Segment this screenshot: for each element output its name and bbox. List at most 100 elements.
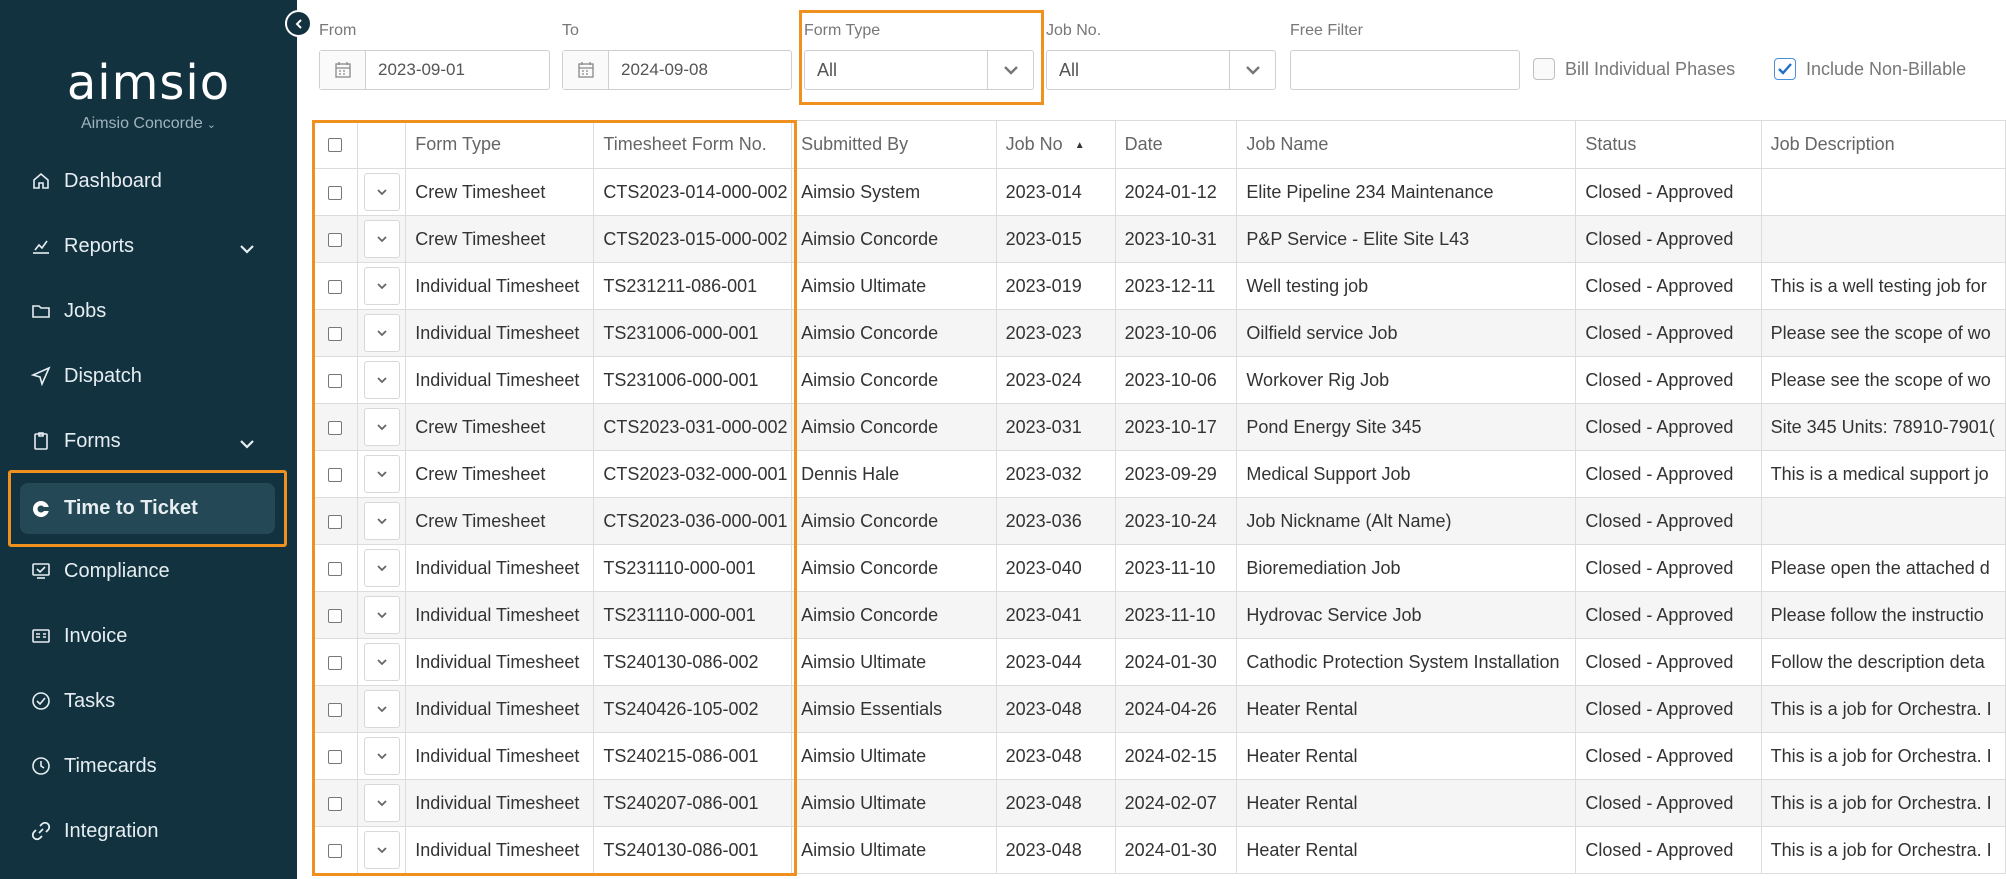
row-checkbox-cell[interactable] xyxy=(311,168,359,216)
select-all-checkbox-cell[interactable] xyxy=(311,120,359,169)
row-checkbox[interactable] xyxy=(328,843,343,858)
from-date-input[interactable]: 2023-09-01 xyxy=(319,50,550,90)
row-expand-cell[interactable] xyxy=(357,497,407,545)
table-row[interactable]: Individual Timesheet TS231006-000-001 Aims… xyxy=(311,309,2006,357)
sidebar-item-reports[interactable]: Reports xyxy=(0,216,297,276)
job-no-select[interactable]: All xyxy=(1046,50,1276,90)
chevron-down-icon[interactable] xyxy=(239,433,255,456)
row-checkbox-cell[interactable] xyxy=(311,638,359,686)
to-date-input[interactable]: 2024-09-08 xyxy=(562,50,792,90)
chevron-down-icon[interactable] xyxy=(363,314,400,352)
row-checkbox-cell[interactable] xyxy=(311,215,359,263)
bill-individual-phases-checkbox[interactable]: Bill Individual Phases xyxy=(1533,58,1735,80)
column-header-form-type[interactable]: Form Type xyxy=(405,120,595,169)
sidebar-item-time-to-ticket[interactable]: Time to Ticket xyxy=(20,483,275,534)
chevron-down-icon[interactable] xyxy=(363,361,400,399)
table-row[interactable]: Individual Timesheet TS240426-105-002 Aims… xyxy=(311,685,2006,733)
column-header-job-name[interactable]: Job Name xyxy=(1236,120,1577,169)
table-row[interactable]: Individual Timesheet TS240130-086-001 Aims… xyxy=(311,826,2006,874)
row-checkbox-cell[interactable] xyxy=(311,779,359,827)
table-row[interactable]: Individual Timesheet TS231006-000-001 Aims… xyxy=(311,356,2006,404)
chevron-down-icon[interactable] xyxy=(363,831,400,869)
calendar-icon[interactable] xyxy=(563,51,609,89)
free-filter-input[interactable] xyxy=(1290,50,1520,90)
chevron-down-icon[interactable] xyxy=(363,502,400,540)
row-expand-cell[interactable] xyxy=(357,544,407,592)
row-checkbox[interactable] xyxy=(328,702,343,717)
chevron-down-icon[interactable] xyxy=(363,596,400,634)
table-row[interactable]: Crew Timesheet CTS2023-036-000-001 Aimsio … xyxy=(311,497,2006,545)
chevron-down-icon[interactable] xyxy=(363,737,400,775)
chevron-down-icon[interactable] xyxy=(239,238,255,261)
chevron-down-icon[interactable] xyxy=(363,408,400,446)
row-checkbox-cell[interactable] xyxy=(311,450,359,498)
column-header-timesheet-form-no[interactable]: Timesheet Form No. xyxy=(593,120,793,169)
row-expand-cell[interactable] xyxy=(357,779,407,827)
table-row[interactable]: Individual Timesheet TS231110-000-001 Aims… xyxy=(311,591,2006,639)
table-row[interactable]: Crew Timesheet CTS2023-014-000-002 Aimsio … xyxy=(311,168,2006,216)
row-expand-cell[interactable] xyxy=(357,685,407,733)
sidebar-item-jobs[interactable]: Jobs xyxy=(0,281,297,341)
checkmark-icon[interactable] xyxy=(1774,58,1796,80)
row-checkbox[interactable] xyxy=(328,232,343,247)
row-checkbox-cell[interactable] xyxy=(311,685,359,733)
row-checkbox-cell[interactable] xyxy=(311,732,359,780)
row-expand-cell[interactable] xyxy=(357,826,407,874)
chevron-down-icon[interactable] xyxy=(363,784,400,822)
sidebar-item-integration[interactable]: Integration xyxy=(0,801,297,861)
collapse-sidebar-button[interactable] xyxy=(285,10,312,37)
chevron-down-icon[interactable] xyxy=(363,690,400,728)
table-row[interactable]: Individual Timesheet TS231110-000-001 Aims… xyxy=(311,544,2006,592)
sidebar-item-dashboard[interactable]: Dashboard xyxy=(0,151,297,211)
row-checkbox[interactable] xyxy=(328,279,343,294)
row-checkbox-cell[interactable] xyxy=(311,262,359,310)
sidebar-item-dispatch[interactable]: Dispatch xyxy=(0,346,297,406)
aimsio-logo[interactable]: aimsio xyxy=(0,55,297,111)
table-row[interactable]: Crew Timesheet CTS2023-031-000-002 Aimsio … xyxy=(311,403,2006,451)
chevron-down-icon[interactable] xyxy=(363,220,400,258)
chevron-down-icon[interactable] xyxy=(363,643,400,681)
row-expand-cell[interactable] xyxy=(357,403,407,451)
row-expand-cell[interactable] xyxy=(357,168,407,216)
column-header-job-no[interactable]: Job No ▲ xyxy=(995,120,1116,169)
chevron-down-icon[interactable] xyxy=(363,173,400,211)
row-checkbox[interactable] xyxy=(328,608,343,623)
row-expand-cell[interactable] xyxy=(357,356,407,404)
table-row[interactable]: Individual Timesheet TS240130-086-002 Aims… xyxy=(311,638,2006,686)
row-expand-cell[interactable] xyxy=(357,591,407,639)
select-all-checkbox[interactable] xyxy=(328,138,343,153)
include-non-billable-checkbox[interactable]: Include Non-Billable xyxy=(1774,58,1966,80)
sidebar-item-forms[interactable]: Forms xyxy=(0,411,297,471)
row-checkbox[interactable] xyxy=(328,796,343,811)
row-checkbox[interactable] xyxy=(328,373,343,388)
row-checkbox[interactable] xyxy=(328,420,343,435)
row-checkbox-cell[interactable] xyxy=(311,497,359,545)
chevron-down-icon[interactable] xyxy=(363,549,400,587)
chevron-down-icon[interactable] xyxy=(987,51,1033,89)
column-header-status[interactable]: Status xyxy=(1575,120,1762,169)
sidebar-item-invoice[interactable]: Invoice xyxy=(0,606,297,666)
row-checkbox[interactable] xyxy=(328,561,343,576)
chevron-down-icon[interactable] xyxy=(1229,51,1275,89)
row-checkbox[interactable] xyxy=(328,326,343,341)
sidebar-item-tasks[interactable]: Tasks xyxy=(0,671,297,731)
row-expand-cell[interactable] xyxy=(357,638,407,686)
row-expand-cell[interactable] xyxy=(357,262,407,310)
column-header-date[interactable]: Date xyxy=(1114,120,1238,169)
table-row[interactable]: Individual Timesheet TS231211-086-001 Aims… xyxy=(311,262,2006,310)
row-expand-cell[interactable] xyxy=(357,732,407,780)
chevron-down-icon[interactable] xyxy=(363,267,400,305)
row-checkbox[interactable] xyxy=(328,467,343,482)
row-checkbox[interactable] xyxy=(328,655,343,670)
column-header-submitted-by[interactable]: Submitted By xyxy=(791,120,997,169)
row-checkbox[interactable] xyxy=(328,185,343,200)
table-row[interactable]: Crew Timesheet CTS2023-032-000-001 Dennis … xyxy=(311,450,2006,498)
sidebar-item-compliance[interactable]: Compliance xyxy=(0,541,297,601)
form-type-select[interactable]: All xyxy=(804,50,1034,90)
row-checkbox-cell[interactable] xyxy=(311,403,359,451)
column-header-job-description[interactable]: Job Description xyxy=(1760,120,2006,169)
row-checkbox[interactable] xyxy=(328,749,343,764)
row-checkbox-cell[interactable] xyxy=(311,591,359,639)
row-expand-cell[interactable] xyxy=(357,215,407,263)
sidebar-item-timecards[interactable]: Timecards xyxy=(0,736,297,796)
